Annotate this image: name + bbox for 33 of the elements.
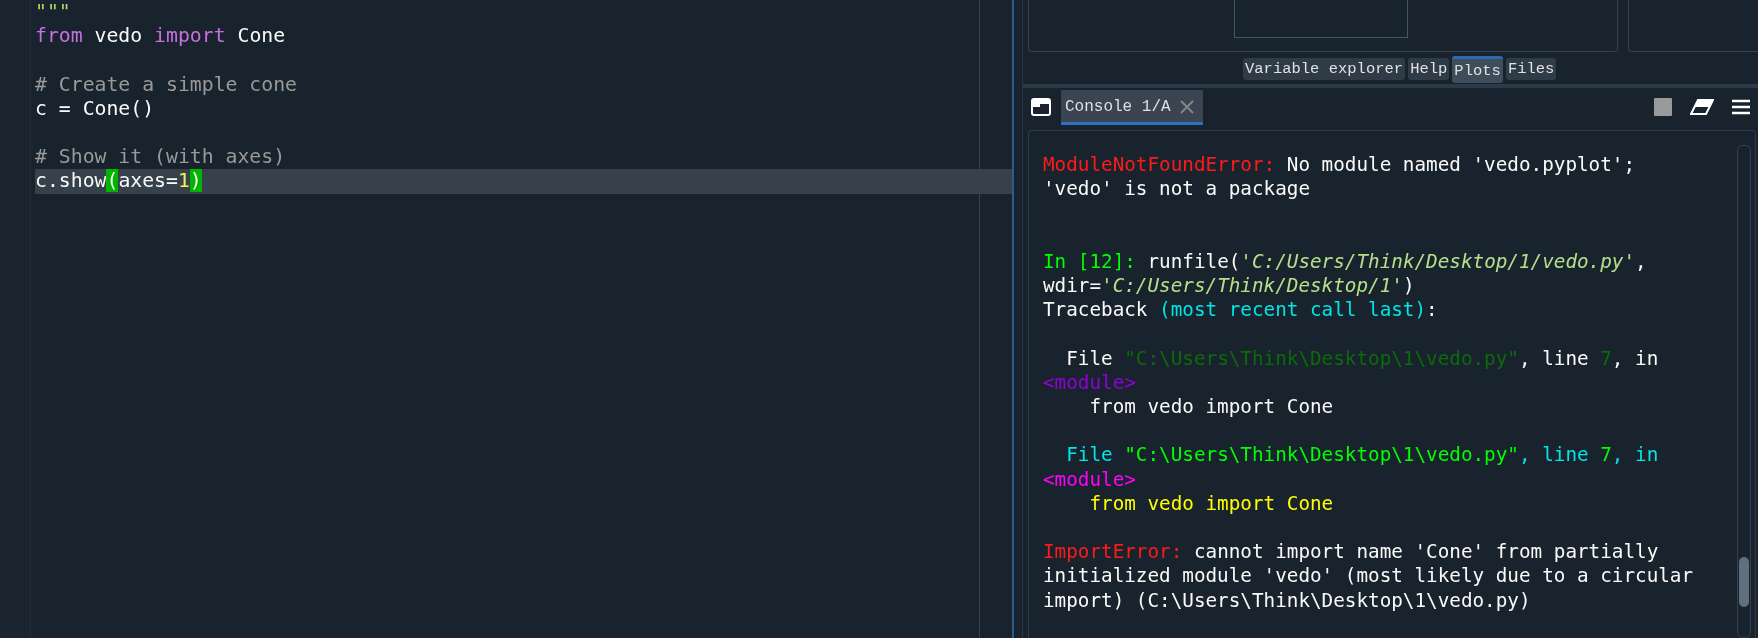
console-line: wdir='C:/Users/Think/Desktop/1') (1043, 274, 1416, 299)
console-line: In [12]: runfile('C:/Users/Think/Desktop/1/vedo.py', (1043, 249, 1648, 274)
console-line: from vedo import Cone (1088, 491, 1335, 516)
console-line: File "C:\Users\Think\Desktop\1\vedo.py", line 7, in (1065, 346, 1660, 371)
console-line: <module> (1043, 370, 1137, 395)
menu-icon[interactable] (1732, 99, 1750, 115)
console-tab[interactable]: Console 1/A (1061, 89, 1203, 125)
console-line: import) (C:\Users\Think\Desktop\1\vedo.py) (1043, 588, 1532, 613)
console-tab-label: Console 1/A (1065, 97, 1171, 116)
console-line: File "C:\Users\Think\Desktop\1\vedo.py", line 7, in (1065, 443, 1660, 468)
plot-thumbnail[interactable] (1234, 0, 1408, 38)
pane-tab[interactable]: Files (1505, 58, 1557, 80)
console-line: from vedo import Cone (1088, 395, 1335, 420)
code-line: """ (35, 0, 72, 25)
console-line: Traceback (most recent call last): (1043, 298, 1439, 323)
console-line: initialized module 'vedo' (most likely due to a circular (1043, 564, 1695, 589)
console-line: ImportError: cannot import name 'Cone' from partially (1043, 540, 1660, 565)
pane-tab[interactable]: Variable explorer (1243, 58, 1406, 80)
window-icon[interactable] (1031, 98, 1051, 116)
scrollbar-thumb[interactable] (1739, 557, 1749, 607)
scrollbar[interactable] (1737, 145, 1751, 638)
console-line: <module> (1043, 467, 1137, 492)
code-line: from vedo import Cone (35, 24, 287, 49)
code-line: # Show it (with axes) (35, 145, 287, 170)
pane-tab[interactable]: Plots (1452, 55, 1503, 83)
console-line: 'vedo' is not a package (1043, 177, 1311, 202)
eraser-icon[interactable] (1690, 99, 1714, 115)
console-line: ModuleNotFoundError: No module named 'vedo.pyplot'; (1043, 153, 1637, 178)
code-line: c = Cone() (35, 96, 156, 121)
splitter[interactable] (1012, 0, 1023, 638)
code-line: # Create a simple cone (35, 72, 298, 97)
pane-tab[interactable]: Help (1408, 58, 1450, 80)
close-icon[interactable] (1178, 98, 1195, 115)
